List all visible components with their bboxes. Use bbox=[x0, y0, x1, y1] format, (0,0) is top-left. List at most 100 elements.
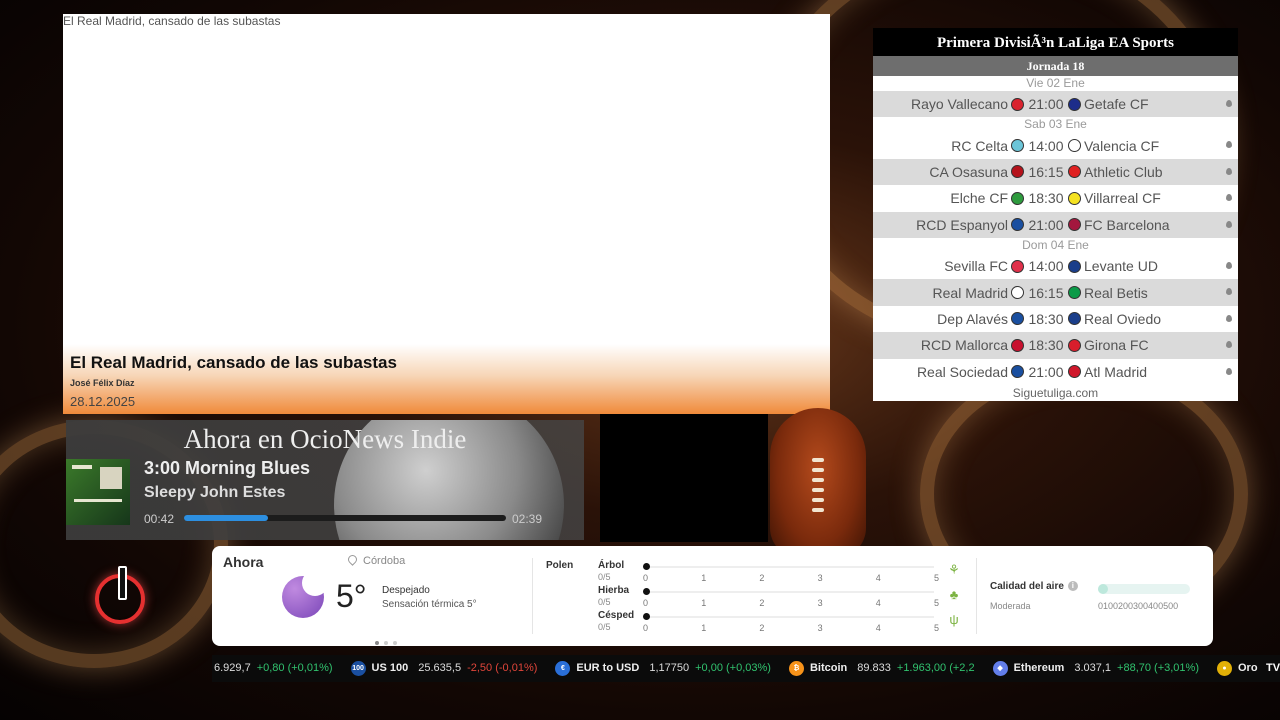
ticker-item[interactable]: ◆ Ethereum 3.037,1 +88,70 (+3,01%) bbox=[992, 655, 1199, 682]
pollen-scale-tick: 0 bbox=[643, 598, 649, 608]
location-pin-icon[interactable] bbox=[1226, 100, 1232, 107]
match-row[interactable]: Dep Alavés 18:30 Real Oviedo bbox=[873, 306, 1238, 332]
weather-location-text: Córdoba bbox=[363, 555, 406, 567]
asset-icon: € bbox=[555, 660, 571, 676]
away-team: Getafe CF bbox=[1084, 96, 1149, 113]
match-row[interactable]: RCD Mallorca 18:30 Girona FC bbox=[873, 332, 1238, 359]
pollen-row: Árbol 0/5 0 1 2 3 4 5 bbox=[598, 560, 950, 584]
tree-icon: ⚘ bbox=[948, 562, 960, 577]
grass-icon: ψ bbox=[949, 612, 959, 627]
home-team-crest-icon bbox=[1011, 338, 1024, 352]
pollen-scale-tick: 4 bbox=[875, 573, 881, 583]
ticker-item[interactable]: € EUR to USD 1,17750 +0,00 (+0,03%) bbox=[555, 655, 771, 682]
pollen-level-dot bbox=[643, 563, 650, 570]
ticker-change: +1.963,00 (+2,2 bbox=[896, 662, 975, 674]
away-team-crest-icon bbox=[1068, 365, 1081, 379]
away-team: Villarreal CF bbox=[1084, 190, 1161, 207]
now-playing-header: Ahora en OcioNews Indie bbox=[183, 424, 467, 454]
location-pin-icon[interactable] bbox=[1226, 167, 1232, 175]
pollen-track bbox=[648, 591, 934, 593]
air-quality-scale: 0100200300400500 bbox=[1098, 601, 1179, 611]
match-day-label: Vie 02 Ene bbox=[1026, 76, 1085, 90]
match-time: 21:00 bbox=[1028, 96, 1064, 113]
home-team: RC Celta bbox=[951, 137, 1008, 154]
pollen-track bbox=[648, 616, 934, 618]
ticker-change: +88,70 (+3,01%) bbox=[1117, 662, 1199, 674]
away-team-crest-icon bbox=[1068, 286, 1081, 300]
clear-night-moon-icon bbox=[282, 570, 328, 618]
ticker-change: +0,80 (+0,01%) bbox=[256, 662, 333, 674]
match-row[interactable]: RCD Espanyol 21:00 FC Barcelona bbox=[873, 211, 1238, 238]
asset-icon: 100 bbox=[350, 660, 366, 676]
ticker-name: Oro bbox=[1237, 662, 1258, 674]
carousel-dots[interactable] bbox=[375, 632, 402, 650]
market-ticker: 6.929,7 +0,80 (+0,01%) 100 US 100 25.635,5 -2… bbox=[212, 655, 1280, 682]
home-team: RCD Espanyol bbox=[916, 216, 1008, 233]
power-button[interactable] bbox=[95, 566, 145, 624]
weather-location: Córdoba bbox=[346, 553, 406, 567]
asset-icon: ₿ bbox=[788, 660, 804, 676]
pollen-scale-tick: 2 bbox=[759, 598, 765, 608]
article-title[interactable]: El Real Madrid, cansado de las subastas bbox=[70, 353, 397, 373]
pollen-level-dot bbox=[643, 613, 650, 620]
location-pin-icon[interactable] bbox=[1226, 194, 1232, 202]
ticker-item[interactable]: 100 US 100 25.635,5 -2,50 (-0,01%) bbox=[350, 655, 537, 682]
home-team: Dep Alavés bbox=[937, 310, 1008, 327]
ticker-item[interactable]: ₿ Bitcoin 89.833 +1.963,00 (+2,2 bbox=[788, 655, 975, 682]
home-team: Real Sociedad bbox=[916, 363, 1008, 380]
article-date: 28.12.2025 bbox=[70, 394, 136, 409]
away-team: Real Oviedo bbox=[1084, 310, 1162, 327]
location-pin-icon[interactable] bbox=[1226, 220, 1232, 228]
pollen-scale-tick: 1 bbox=[701, 573, 707, 583]
home-team-crest-icon bbox=[1011, 139, 1024, 153]
article-author: José Félix Díaz bbox=[70, 378, 135, 388]
weather-condition: Despejado bbox=[382, 585, 430, 596]
match-row[interactable]: RC Celta 14:00 Valencia CF bbox=[873, 132, 1238, 158]
pollen-label: Polen bbox=[546, 560, 574, 571]
away-team: Valencia CF bbox=[1084, 137, 1160, 154]
tradingview-logo[interactable]: TV bbox=[1266, 655, 1280, 682]
match-time: 18:30 bbox=[1028, 190, 1064, 207]
match-time: 21:00 bbox=[1028, 363, 1064, 380]
pollen-row: Hierba 0/5 0 1 2 3 4 5 bbox=[598, 585, 950, 609]
location-pin-icon[interactable] bbox=[1226, 367, 1232, 375]
pollen-score: 0/5 bbox=[598, 622, 611, 632]
ticker-name: Ethereum bbox=[1013, 662, 1065, 674]
home-team: Real Madrid bbox=[932, 284, 1008, 301]
match-row[interactable]: Sevilla FC 14:00 Levante UD bbox=[873, 253, 1238, 279]
pollen-scale-tick: 3 bbox=[817, 598, 823, 608]
asset-icon: ◆ bbox=[992, 660, 1008, 676]
info-icon[interactable]: i bbox=[1067, 581, 1078, 592]
away-team: Athletic Club bbox=[1084, 163, 1163, 180]
pollen-scale: 0 1 2 3 4 5 bbox=[643, 598, 939, 608]
air-quality-value: Moderada bbox=[990, 601, 1031, 611]
away-team-crest-icon bbox=[1068, 191, 1081, 205]
match-time: 14:00 bbox=[1028, 137, 1064, 154]
now-playing-widget: Ahora en OcioNews Indie 3:00 Morning Blu… bbox=[66, 420, 584, 540]
match-time: 16:15 bbox=[1028, 163, 1064, 180]
pollen-scale-tick: 2 bbox=[759, 623, 765, 633]
herb-icon: ♣ bbox=[949, 587, 959, 602]
air-quality-bar bbox=[1098, 584, 1190, 594]
location-pin-icon[interactable] bbox=[1226, 341, 1232, 349]
ticker-item[interactable]: 6.929,7 +0,80 (+0,01%) bbox=[214, 655, 333, 682]
pollen-scale-tick: 5 bbox=[933, 623, 939, 633]
match-row[interactable]: Rayo Vallecano 21:00 Getafe CF bbox=[873, 91, 1238, 118]
home-team-crest-icon bbox=[1011, 97, 1024, 111]
pollen-score: 0/5 bbox=[598, 572, 611, 582]
away-team: Girona FC bbox=[1084, 337, 1149, 354]
pollen-scale-tick: 4 bbox=[875, 623, 881, 633]
location-pin-icon[interactable] bbox=[1226, 314, 1232, 322]
progress-bar[interactable] bbox=[184, 515, 506, 521]
ticker-name: Bitcoin bbox=[809, 662, 848, 674]
match-row[interactable]: Elche CF 18:30 Villarreal CF bbox=[873, 185, 1238, 211]
match-row[interactable]: Real Sociedad 21:00 Atl Madrid bbox=[873, 359, 1238, 385]
news-article-card[interactable]: El Real Madrid, cansado de las subastas … bbox=[63, 14, 830, 414]
location-pin-icon[interactable] bbox=[1226, 261, 1232, 269]
weather-widget: Ahora Córdoba 5° Despejado Sensación tér… bbox=[212, 546, 1213, 646]
away-team: Real Betis bbox=[1084, 284, 1148, 301]
match-row[interactable]: Real Madrid 16:15 Real Betis bbox=[873, 279, 1238, 306]
pollen-scale-tick: 1 bbox=[701, 623, 707, 633]
match-row[interactable]: CA Osasuna 16:15 Athletic Club bbox=[873, 158, 1238, 186]
league-footer-link[interactable]: Siguetuliga.com bbox=[873, 385, 1238, 401]
